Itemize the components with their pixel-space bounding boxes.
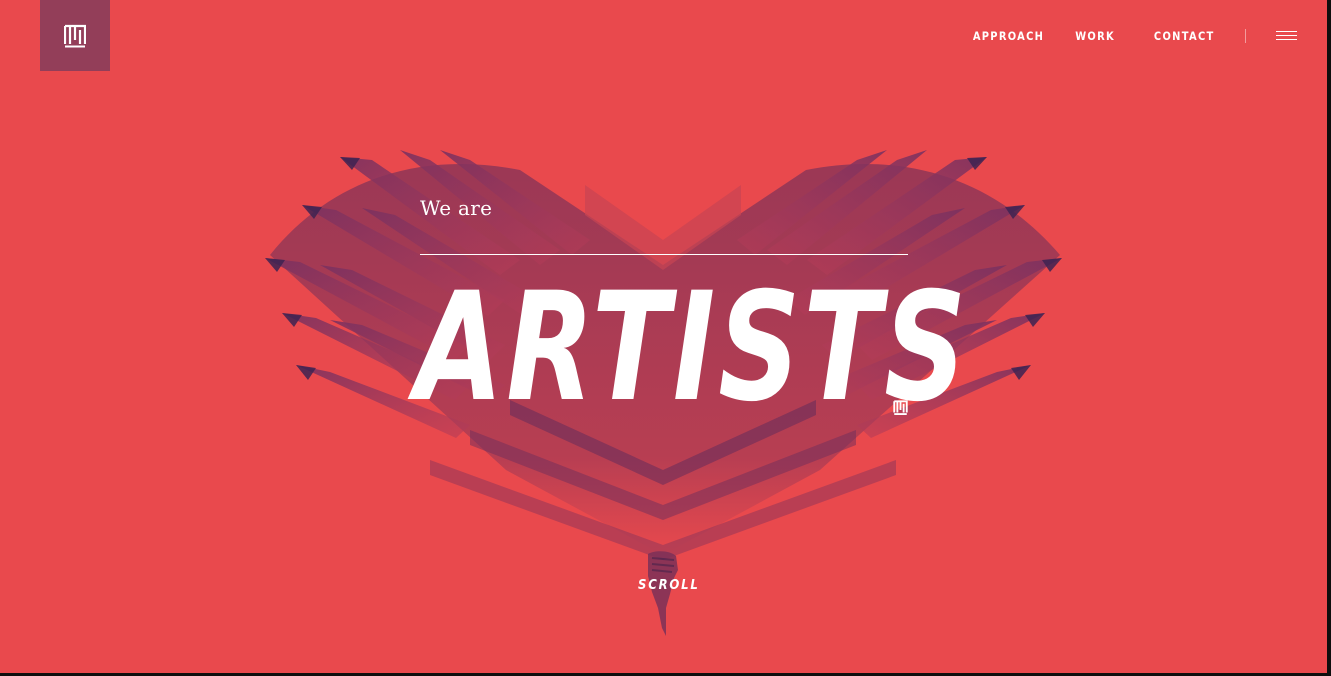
nav-contact[interactable]: CONTACT [1154,29,1215,43]
nav-work[interactable]: WORK [1075,29,1115,43]
pointing-hand-icon [648,551,678,636]
nav-approach[interactable]: APPROACH [973,29,1044,43]
hero-divider [420,254,908,255]
window-edge [1327,0,1331,676]
hero-headline: ARTISTS [415,261,970,435]
brand-monogram-icon [893,400,908,415]
hamburger-menu-icon[interactable] [1276,31,1297,42]
nav-divider [1245,29,1246,43]
logo-link[interactable] [40,0,110,71]
page: APPROACH WORK CONTACT We are ARTISTS SCR… [0,0,1327,673]
brand-monogram-icon [64,24,86,47]
scroll-link[interactable]: SCROLL [638,578,700,593]
hero-kicker: We are [420,196,493,220]
